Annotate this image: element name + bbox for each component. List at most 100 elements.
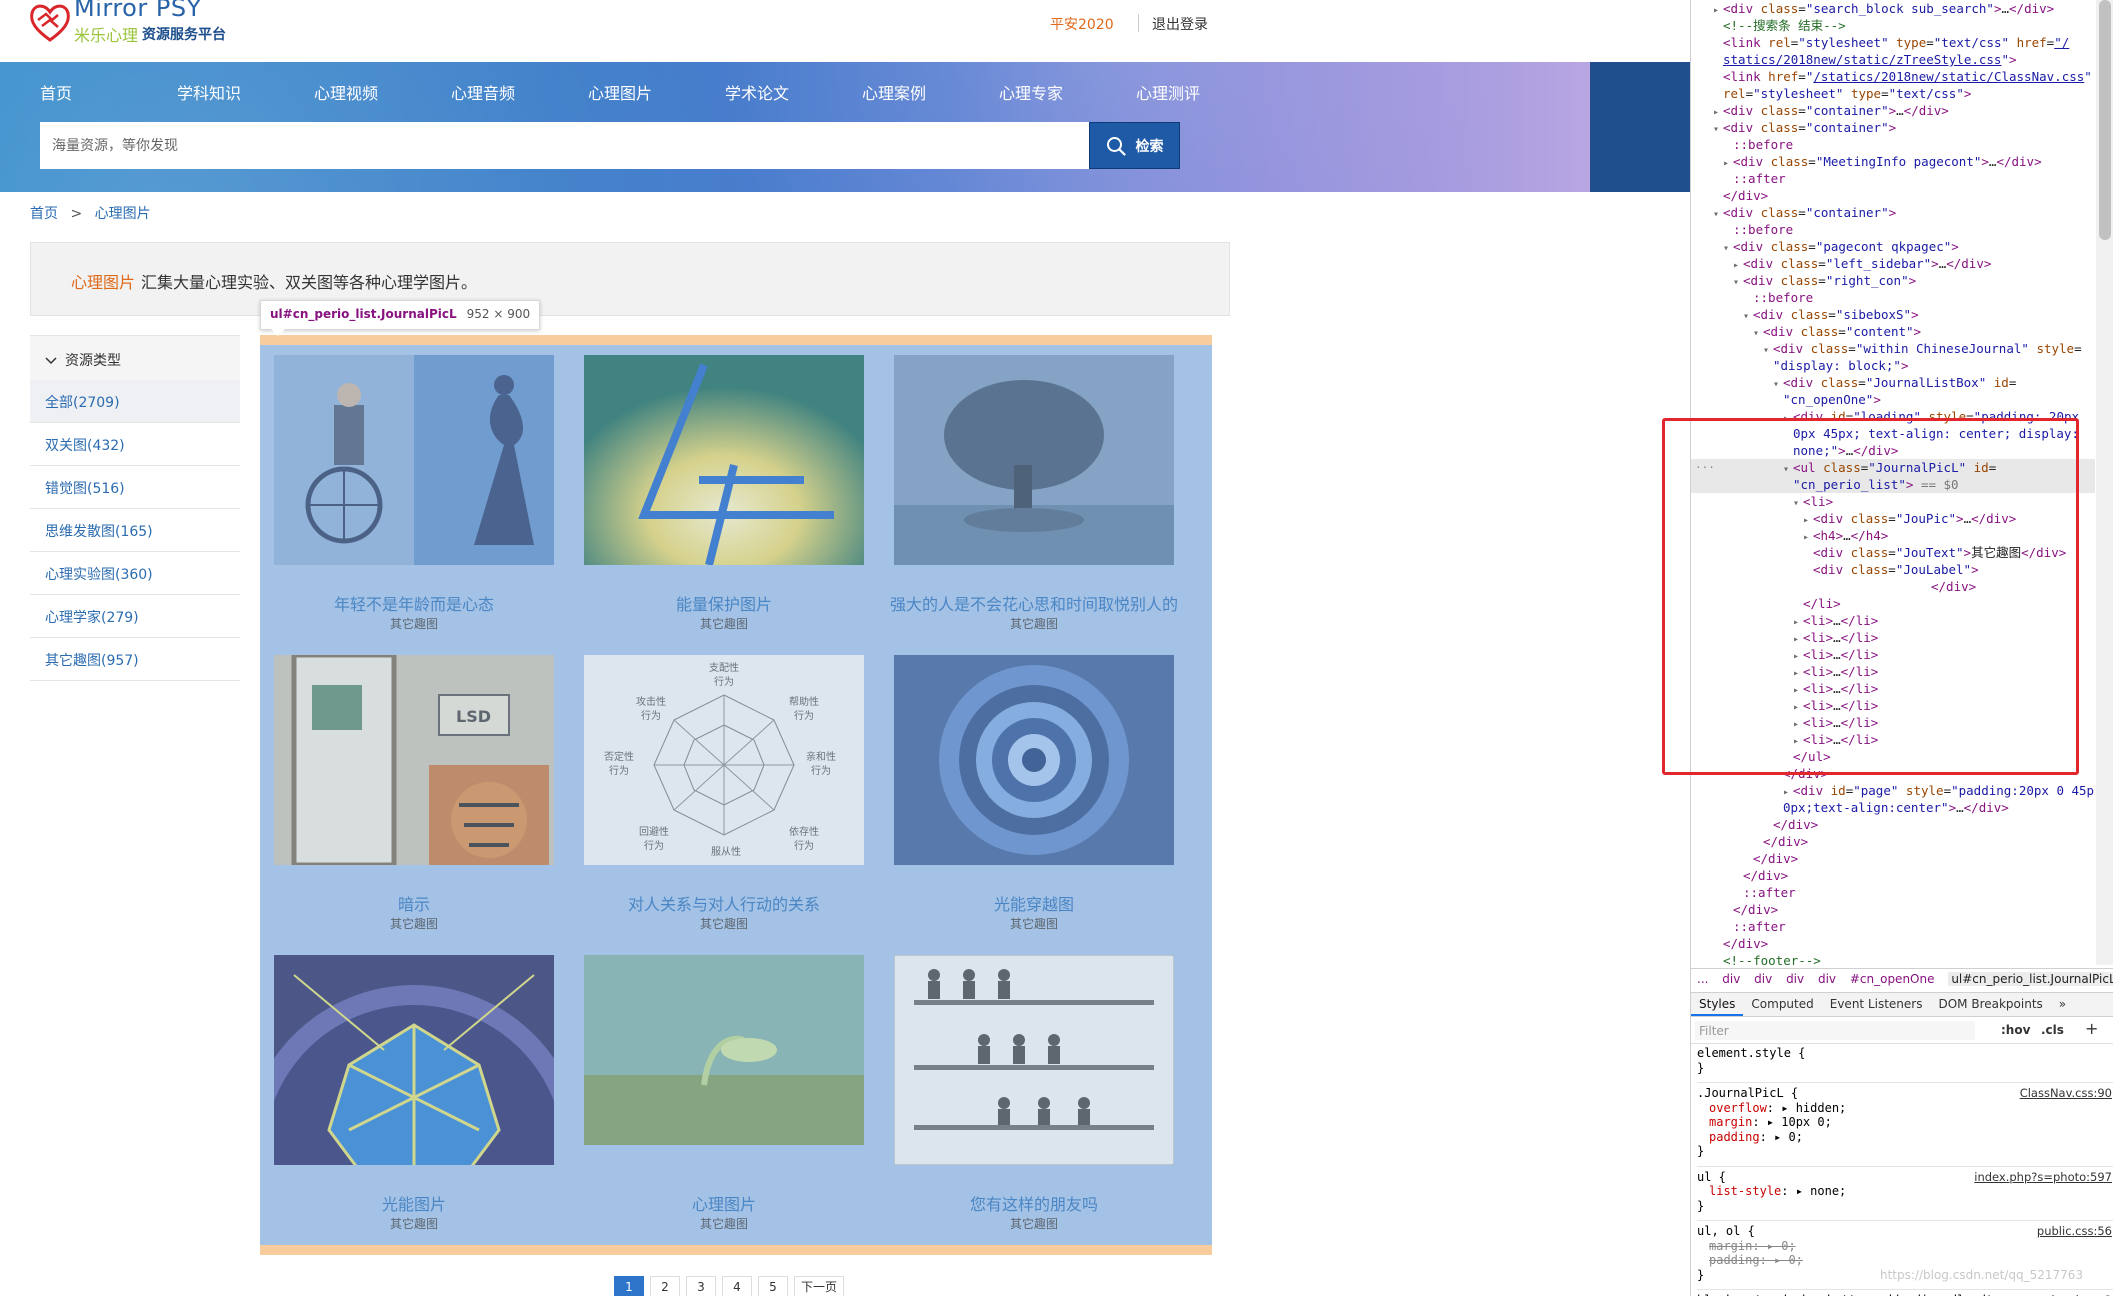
page-5-button[interactable]: 5 — [758, 1276, 788, 1296]
dom-node[interactable]: ▸ <div class="search_block sub_search">…<… — [1691, 0, 2095, 17]
breadcrumb-current[interactable]: 心理图片 — [95, 206, 151, 222]
nav-item-audio[interactable]: 心理音频 — [451, 80, 588, 104]
dom-node[interactable]: ::before — [1691, 221, 2095, 238]
dom-node[interactable]: </div> — [1691, 816, 2095, 833]
dom-tree-scrollbar[interactable] — [2096, 0, 2113, 965]
crumb-item[interactable]: div — [1786, 972, 1804, 986]
page-1-button[interactable]: 1 — [614, 1276, 644, 1296]
dom-node[interactable]: </div> — [1691, 765, 2095, 782]
crumb-item[interactable]: div — [1818, 972, 1836, 986]
card-title[interactable]: 心理图片 — [569, 1191, 879, 1215]
sidebar-header[interactable]: 资源类型 — [30, 335, 240, 380]
picture-card[interactable]: 光能图片 其它趣图 — [274, 955, 554, 1245]
dom-node[interactable]: </div> — [1691, 867, 2095, 884]
dom-node[interactable]: ▸ <li>…</li> — [1691, 612, 2095, 629]
sidebar-item-psychologists[interactable]: 心理学家(279) — [30, 595, 240, 638]
picture-card[interactable]: 心理图片 其它趣图 — [584, 955, 864, 1245]
tab-styles[interactable]: Styles — [1691, 993, 1744, 1016]
dom-node[interactable]: ::after — [1691, 170, 2095, 187]
nav-item-video[interactable]: 心理视频 — [314, 80, 451, 104]
card-title[interactable]: 对人关系与对人行动的关系 — [569, 891, 879, 915]
dom-node[interactable]: <!--footer--> — [1691, 952, 2095, 965]
dom-node[interactable]: </div> — [1691, 833, 2095, 850]
picture-card[interactable]: 您有这样的朋友吗 其它趣图 — [894, 955, 1174, 1245]
sidebar-item-all[interactable]: 全部(2709) — [30, 380, 240, 423]
sidebar-item-illusion[interactable]: 错觉图(516) — [30, 466, 240, 509]
picture-card[interactable]: 支配性 行为 攻击性 行为 帮助性 行为 否定性 行为 亲和性 行为 回避性 行… — [584, 655, 864, 945]
dom-node[interactable]: <link rel="stylesheet" type="text/css" h… — [1691, 34, 2095, 51]
dom-node[interactable]: ▾ <div class="within ChineseJournal" styl… — [1691, 340, 2095, 357]
dom-node[interactable]: ▸ <li>…</li> — [1691, 697, 2095, 714]
crumb-item[interactable]: ... — [1697, 972, 1708, 986]
logout-link[interactable]: 退出登录 — [1152, 14, 1208, 34]
dom-node[interactable]: rel="stylesheet" type="text/css"> — [1691, 85, 2095, 102]
search-button[interactable]: 检索 — [1089, 122, 1180, 169]
dom-node[interactable]: ▸ <li>…</li> — [1691, 663, 2095, 680]
dom-node[interactable]: "display: block;"> — [1691, 357, 2095, 374]
sidebar-item-ambiguous[interactable]: 双关图(432) — [30, 423, 240, 466]
nav-item-cases[interactable]: 心理案例 — [862, 80, 999, 104]
picture-card[interactable]: 年轻不是年龄而是心态 其它趣图 — [274, 355, 554, 645]
style-rule-selector[interactable]: element.style { — [1697, 1046, 2113, 1061]
dom-node[interactable]: ▾ <li> — [1691, 493, 2095, 510]
dom-node[interactable]: ▾ <div class="right_con"> — [1691, 272, 2095, 289]
tab-computed[interactable]: Computed — [1743, 993, 1821, 1016]
style-declaration[interactable]: margin: ▸ 10px 0; — [1697, 1115, 2113, 1130]
dom-node[interactable]: ▸ <h4>…</h4> — [1691, 527, 2095, 544]
style-declaration-overridden[interactable]: margin: ▸ 0; — [1697, 1239, 2113, 1254]
crumb-item[interactable]: div — [1754, 972, 1772, 986]
dom-node[interactable]: ▸ <li>…</li> — [1691, 629, 2095, 646]
dom-node[interactable]: ▾ <div class="content"> — [1691, 323, 2095, 340]
node-menu-icon[interactable]: ... — [1695, 458, 1715, 471]
dom-node[interactable]: ▾ <div class="JournalListBox" id= — [1691, 374, 2095, 391]
card-image[interactable] — [274, 355, 554, 565]
dom-node[interactable]: </div> — [1691, 187, 2095, 204]
dom-node[interactable]: <div class="JouLabel"> — [1691, 561, 2095, 578]
card-title[interactable]: 暗示 — [259, 891, 569, 915]
tab-dom-breakpoints[interactable]: DOM Breakpoints — [1930, 993, 2050, 1016]
style-rule-selector[interactable]: .JournalPicL {ClassNav.css:90 — [1697, 1086, 2113, 1101]
new-rule-plus-icon[interactable]: + — [2085, 1019, 2098, 1038]
dom-node[interactable]: <!--搜索条 结束--> — [1691, 17, 2095, 34]
dom-node[interactable]: </div> — [1691, 578, 2095, 595]
dom-node[interactable]: ▸ <div class="left_sidebar">…</div> — [1691, 255, 2095, 272]
card-image[interactable]: 支配性 行为 攻击性 行为 帮助性 行为 否定性 行为 亲和性 行为 回避性 行… — [584, 655, 864, 865]
card-image[interactable]: LSD — [274, 655, 554, 865]
search-input[interactable] — [40, 122, 1090, 169]
dom-node[interactable]: ▸ <li>…</li> — [1691, 680, 2095, 697]
dom-node[interactable]: ::before — [1691, 136, 2095, 153]
dom-node[interactable]: </ul> — [1691, 748, 2095, 765]
card-image[interactable] — [894, 655, 1174, 865]
dom-node[interactable]: </li> — [1691, 595, 2095, 612]
dom-node[interactable]: ▸ <div id="page" style="padding:20px 0 45… — [1691, 782, 2095, 799]
dom-node[interactable]: </div> — [1691, 901, 2095, 918]
card-image[interactable] — [894, 355, 1174, 565]
page-3-button[interactable]: 3 — [686, 1276, 716, 1296]
breadcrumb-home[interactable]: 首页 — [30, 206, 58, 222]
dom-node[interactable]: ▸ <div class="JouPic">…</div> — [1691, 510, 2095, 527]
dom-node[interactable]: <link href="/statics/2018new/static/Clas… — [1691, 68, 2095, 85]
class-toggle[interactable]: .cls — [2041, 1023, 2064, 1037]
dom-node[interactable]: ▸ <li>…</li> — [1691, 714, 2095, 731]
crumb-item-current[interactable]: ul#cn_perio_list.JournalPicL — [1948, 972, 2113, 986]
dom-node[interactable]: ▸ <div class="container">…</div> — [1691, 102, 2095, 119]
dom-node[interactable]: 0px;text-align:center">…</div> — [1691, 799, 2095, 816]
styles-filter-input[interactable] — [1695, 1021, 1975, 1040]
card-title[interactable]: 您有这样的朋友吗 — [879, 1191, 1189, 1215]
site-logo[interactable]: Mirror PSY 米乐心理 资源服务平台 — [28, 0, 288, 50]
style-declaration[interactable]: padding: ▸ 0; — [1697, 1130, 2113, 1145]
dom-node[interactable]: statics/2018new/static/zTreeStyle.css"> — [1691, 51, 2095, 68]
dom-node[interactable]: <div class="JouText">其它趣图</div> — [1691, 544, 2095, 561]
dom-node[interactable]: </div> — [1691, 935, 2095, 952]
nav-item-experts[interactable]: 心理专家 — [999, 80, 1136, 104]
dom-node[interactable]: ▾ <div class="sibeboxS"> — [1691, 306, 2095, 323]
nav-item-home[interactable]: 首页 — [40, 80, 177, 104]
nav-item-assessment[interactable]: 心理测评 — [1136, 80, 1273, 104]
nav-item-pictures[interactable]: 心理图片 — [588, 80, 725, 104]
dom-node-selected[interactable]: ▾ <ul class="JournalPicL" id= — [1691, 459, 2095, 476]
sidebar-item-divergent[interactable]: 思维发散图(165) — [30, 509, 240, 552]
dom-node[interactable]: none;">…</div> — [1691, 442, 2095, 459]
style-declaration[interactable]: list-style: ▸ none; — [1697, 1184, 2113, 1199]
card-image[interactable] — [584, 355, 864, 565]
card-image[interactable] — [584, 955, 864, 1165]
